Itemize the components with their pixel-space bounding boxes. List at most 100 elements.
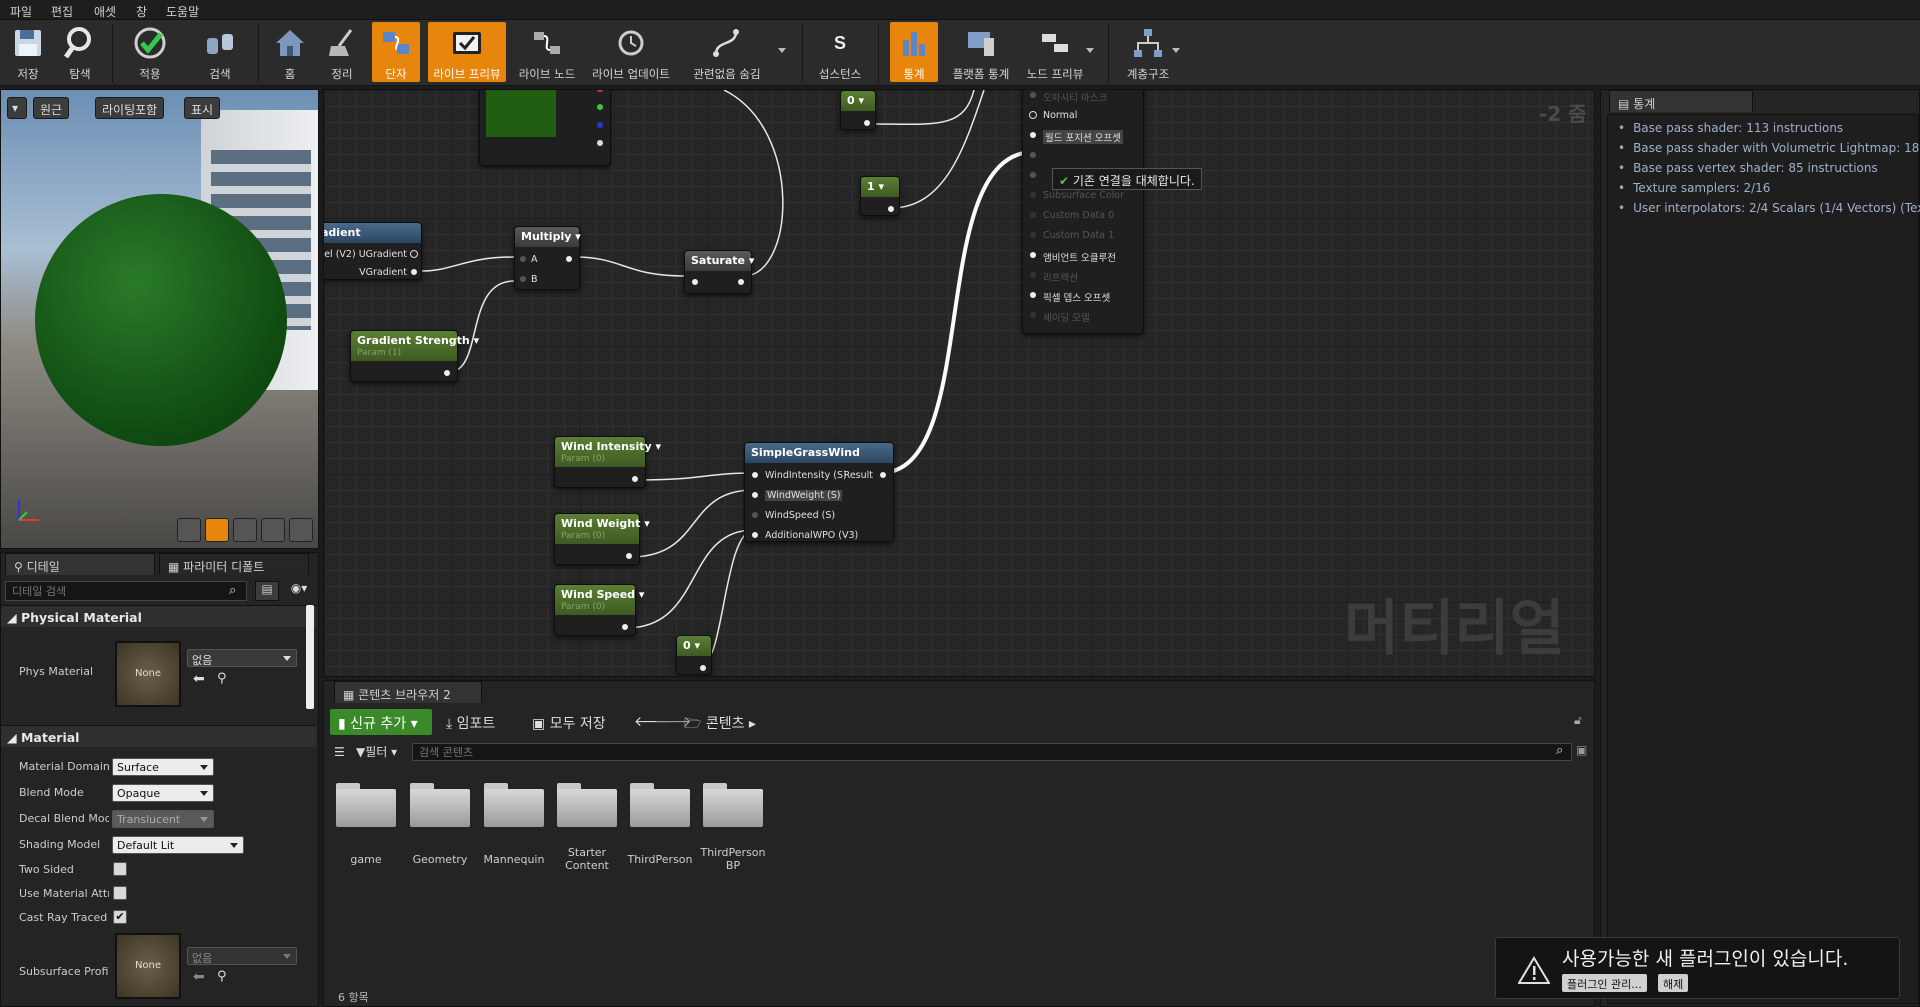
preview-viewport[interactable]: ▾ 원근 라이팅포함 표시: [0, 89, 319, 549]
ambient-occlusion-pin[interactable]: [1029, 251, 1037, 259]
use-material-attributes-checkbox[interactable]: [113, 886, 127, 900]
menu-edit[interactable]: 편집: [51, 3, 73, 20]
live-update-button[interactable]: 라이브 업데이트: [588, 22, 674, 82]
property-matrix-button[interactable]: ▤: [255, 581, 279, 601]
live-nodes-button[interactable]: 라이브 노드: [514, 22, 580, 82]
constant-output-pin[interactable]: [863, 119, 871, 127]
constant-output-pin[interactable]: [699, 664, 707, 672]
tab-details[interactable]: ⚲ 디테일: [5, 553, 155, 575]
content-search-input[interactable]: [412, 743, 1572, 761]
hierarchy-button[interactable]: 계층구조: [1120, 22, 1176, 82]
clean-up-button[interactable]: 정리: [322, 22, 362, 82]
sources-toggle-icon[interactable]: ☰: [334, 745, 345, 759]
material-input-pin[interactable]: [1029, 151, 1037, 159]
cube-shape-button[interactable]: [261, 518, 285, 542]
wind-speed-output-pin[interactable]: [621, 623, 629, 631]
wind-weight-output-pin[interactable]: [625, 552, 633, 560]
material-graph[interactable]: -2 줌 머티리얼 adient nnel (V2) UGradient VGr…: [323, 89, 1595, 677]
hierarchy-dropdown[interactable]: [1172, 48, 1180, 53]
material-input-pin[interactable]: [1029, 111, 1037, 119]
material-input-pin[interactable]: [1029, 271, 1037, 279]
wind-speed-input-pin[interactable]: [751, 511, 759, 519]
wind-intensity-output-pin[interactable]: [631, 475, 639, 483]
browse-asset-icon[interactable]: ⚲: [217, 671, 227, 686]
phys-material-thumbnail[interactable]: None: [115, 641, 181, 707]
pixel-depth-offset-pin[interactable]: [1029, 291, 1037, 299]
home-button[interactable]: 홈: [270, 22, 310, 82]
wind-intensity-param-node[interactable]: Wind Intensity ▾ Param (0): [554, 436, 661, 488]
pin-a[interactable]: [596, 139, 604, 147]
folder-thirdperson-bp[interactable]: [703, 781, 763, 827]
multiply-input-b[interactable]: [519, 275, 527, 283]
multiply-output-pin[interactable]: [565, 255, 573, 263]
save-button[interactable]: 저장: [6, 22, 50, 82]
use-selected-arrow-icon[interactable]: ⬅: [193, 671, 205, 687]
menu-help[interactable]: 도움말: [166, 3, 199, 20]
add-new-button[interactable]: ▮ 신규 추가 ▾: [330, 709, 432, 735]
plane-shape-button[interactable]: [233, 518, 257, 542]
pin-r[interactable]: [596, 90, 604, 93]
texcoord-gradient-node[interactable]: adient nnel (V2) UGradient VGradient: [324, 222, 422, 280]
dismiss-button[interactable]: 해제: [1658, 974, 1689, 992]
material-domain-combo[interactable]: Surface: [112, 758, 214, 776]
menu-file[interactable]: 파일: [10, 3, 32, 20]
constant-output-pin[interactable]: [887, 205, 895, 213]
folder-geometry[interactable]: [410, 781, 470, 827]
saturate-node[interactable]: Saturate ▾: [684, 250, 754, 294]
save-all-button[interactable]: ▣ 모두 저장: [532, 713, 606, 733]
browse-button[interactable]: 탐색: [56, 22, 104, 82]
show-button[interactable]: 표시: [184, 97, 221, 119]
details-scrollbar[interactable]: [306, 605, 314, 709]
result-output-pin[interactable]: [879, 471, 887, 479]
wind-speed-param-node[interactable]: Wind Speed ▾ Param (0): [554, 584, 644, 636]
sphere-shape-button[interactable]: [205, 518, 229, 542]
lock-icon[interactable]: 🔓︎: [1574, 713, 1582, 728]
tab-content-browser[interactable]: ▦ 콘텐츠 브라우저 2: [334, 681, 482, 703]
filter-button[interactable]: ▼필터 ▾: [356, 743, 397, 760]
material-input-pin[interactable]: [1029, 231, 1037, 239]
node-preview-button[interactable]: 노드 프리뷰: [1022, 22, 1088, 82]
manage-plugins-button[interactable]: 플러그인 관리...: [1562, 974, 1647, 992]
stats-button[interactable]: 통계: [890, 22, 938, 82]
substance-button[interactable]: S 섭스턴스: [812, 22, 868, 82]
texture-sample-node[interactable]: [479, 90, 611, 166]
menu-window[interactable]: 창: [136, 3, 147, 20]
gradient-strength-param-node[interactable]: Gradient Strength ▾ Param (1): [350, 330, 479, 382]
gradient-strength-output-pin[interactable]: [443, 369, 451, 377]
simple-grass-wind-node[interactable]: SimpleGrassWind WindIntensity (S) WindWe…: [744, 442, 894, 542]
custom-mesh-button[interactable]: [289, 518, 313, 542]
ugradient-output-pin[interactable]: [410, 250, 418, 258]
folder-thirdperson[interactable]: [630, 781, 690, 827]
blend-mode-combo[interactable]: Opaque: [112, 784, 214, 802]
node-preview-dropdown[interactable]: [1086, 48, 1094, 53]
save-search-icon[interactable]: ▣: [1576, 743, 1587, 757]
perspective-button[interactable]: 원근: [33, 97, 70, 119]
wind-weight-input-pin[interactable]: [751, 491, 759, 499]
import-button[interactable]: ⤓ 임포트: [446, 713, 495, 733]
menu-asset[interactable]: 애셋: [94, 3, 116, 20]
pin-b[interactable]: [596, 121, 604, 129]
visibility-filter-button[interactable]: ◉▾: [283, 581, 315, 601]
section-physical-material[interactable]: ◢ Physical Material: [1, 605, 316, 627]
wind-intensity-input-pin[interactable]: [751, 471, 759, 479]
viewport-options-dropdown[interactable]: ▾: [7, 97, 27, 119]
path-breadcrumb[interactable]: 🗁 콘텐츠 ▸: [684, 713, 756, 737]
constant-one-node[interactable]: 1 ▾: [860, 176, 900, 216]
hide-unrelated-dropdown[interactable]: [778, 48, 786, 53]
multiply-node[interactable]: Multiply ▾ A B: [514, 226, 581, 290]
shading-model-combo[interactable]: Default Lit: [112, 836, 244, 854]
find-button[interactable]: 검색: [196, 22, 244, 82]
material-input-pin[interactable]: [1029, 311, 1037, 319]
folder-mannequin[interactable]: [484, 781, 544, 827]
hide-unrelated-button[interactable]: 관련없음 숨김: [686, 22, 768, 82]
saturate-input-pin[interactable]: [691, 278, 699, 286]
constant-zero-node[interactable]: 0 ▾: [676, 635, 712, 675]
cast-ray-traced-shadows-checkbox[interactable]: ✔: [113, 910, 127, 924]
apply-button[interactable]: 적용: [126, 22, 174, 82]
platform-stats-button[interactable]: 플랫폼 통계: [946, 22, 1016, 82]
tab-parameter-defaults[interactable]: ▦ 파라미터 디폴트: [159, 553, 309, 575]
world-position-offset-pin[interactable]: [1029, 131, 1037, 139]
saturate-output-pin[interactable]: [737, 278, 745, 286]
section-material[interactable]: ◢ Material: [1, 725, 316, 747]
material-input-pin[interactable]: [1029, 211, 1037, 219]
